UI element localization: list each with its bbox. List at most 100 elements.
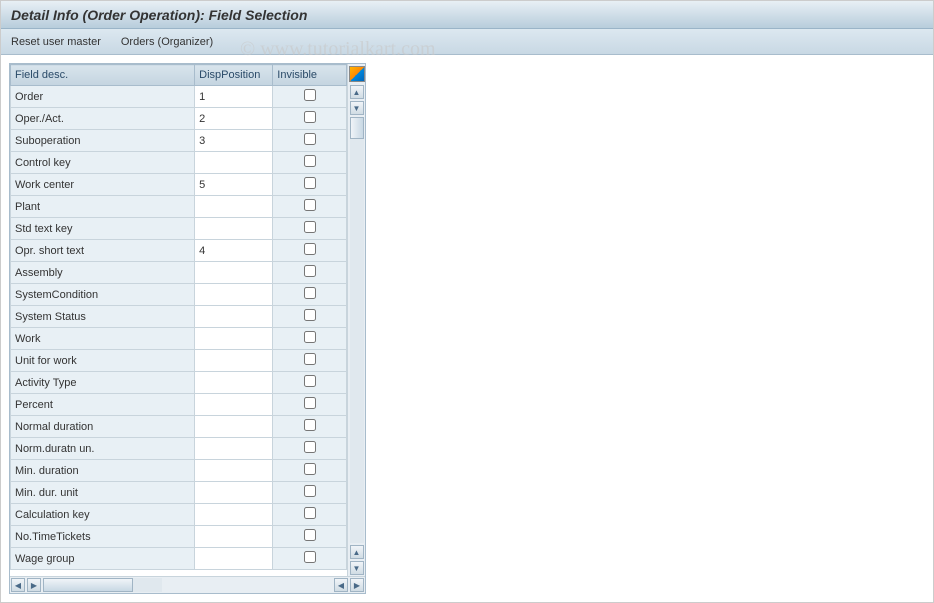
invisible-checkbox[interactable] <box>304 441 316 453</box>
field-desc-cell[interactable]: Min. duration <box>11 460 195 482</box>
field-desc-cell[interactable]: Work center <box>11 174 195 196</box>
table-row: System Status <box>11 306 347 328</box>
toolbar: Reset user master Orders (Organizer) <box>1 29 933 55</box>
field-desc-cell[interactable]: Norm.duratn un. <box>11 438 195 460</box>
invisible-checkbox[interactable] <box>304 551 316 563</box>
field-selection-table-container: Field desc. DispPosition Invisible Order… <box>9 63 366 594</box>
disp-position-cell[interactable] <box>195 218 273 240</box>
disp-position-cell[interactable] <box>195 196 273 218</box>
field-desc-cell[interactable]: Suboperation <box>11 130 195 152</box>
invisible-checkbox[interactable] <box>304 485 316 497</box>
table-row: Min. duration <box>11 460 347 482</box>
column-header-disp-position[interactable]: DispPosition <box>195 65 273 86</box>
field-desc-cell[interactable]: No.TimeTickets <box>11 526 195 548</box>
hscroll-right-end-button[interactable]: ▶ <box>350 578 364 592</box>
field-desc-cell[interactable]: Assembly <box>11 262 195 284</box>
invisible-checkbox[interactable] <box>304 177 316 189</box>
disp-position-cell[interactable] <box>195 526 273 548</box>
invisible-checkbox[interactable] <box>304 133 316 145</box>
invisible-cell <box>273 284 347 306</box>
invisible-checkbox[interactable] <box>304 529 316 541</box>
disp-position-cell[interactable] <box>195 328 273 350</box>
field-desc-cell[interactable]: Calculation key <box>11 504 195 526</box>
invisible-checkbox[interactable] <box>304 309 316 321</box>
vertical-scroll-thumb[interactable] <box>350 117 364 139</box>
field-desc-cell[interactable]: Unit for work <box>11 350 195 372</box>
invisible-checkbox[interactable] <box>304 265 316 277</box>
disp-position-cell[interactable] <box>195 438 273 460</box>
vertical-scroll-track[interactable] <box>350 117 364 543</box>
disp-position-cell[interactable] <box>195 372 273 394</box>
column-header-field-desc[interactable]: Field desc. <box>11 65 195 86</box>
invisible-checkbox[interactable] <box>304 463 316 475</box>
disp-position-cell[interactable] <box>195 350 273 372</box>
disp-position-cell[interactable] <box>195 482 273 504</box>
horizontal-scroll-thumb[interactable] <box>43 578 133 592</box>
invisible-checkbox[interactable] <box>304 419 316 431</box>
field-desc-cell[interactable]: Std text key <box>11 218 195 240</box>
scroll-down-button[interactable]: ▼ <box>350 101 364 115</box>
field-desc-cell[interactable]: Wage group <box>11 548 195 570</box>
disp-position-cell[interactable]: 4 <box>195 240 273 262</box>
disp-position-cell[interactable]: 1 <box>195 86 273 108</box>
invisible-cell <box>273 218 347 240</box>
hscroll-right-button[interactable]: ▶ <box>27 578 41 592</box>
invisible-cell <box>273 526 347 548</box>
disp-position-cell[interactable] <box>195 306 273 328</box>
field-desc-cell[interactable]: Oper./Act. <box>11 108 195 130</box>
disp-position-cell[interactable] <box>195 284 273 306</box>
invisible-cell <box>273 350 347 372</box>
field-desc-cell[interactable]: Plant <box>11 196 195 218</box>
field-desc-cell[interactable]: Min. dur. unit <box>11 482 195 504</box>
disp-position-cell[interactable] <box>195 416 273 438</box>
horizontal-scroll-track[interactable] <box>43 578 162 592</box>
invisible-cell <box>273 548 347 570</box>
invisible-checkbox[interactable] <box>304 331 316 343</box>
table-row: Wage group <box>11 548 347 570</box>
table-row: Oper./Act.2 <box>11 108 347 130</box>
disp-position-cell[interactable]: 2 <box>195 108 273 130</box>
field-desc-cell[interactable]: SystemCondition <box>11 284 195 306</box>
table-row: Norm.duratn un. <box>11 438 347 460</box>
field-desc-cell[interactable]: Control key <box>11 152 195 174</box>
disp-position-cell[interactable] <box>195 460 273 482</box>
invisible-checkbox[interactable] <box>304 397 316 409</box>
disp-position-cell[interactable]: 3 <box>195 130 273 152</box>
field-desc-cell[interactable]: Percent <box>11 394 195 416</box>
field-desc-cell[interactable]: System Status <box>11 306 195 328</box>
invisible-checkbox[interactable] <box>304 155 316 167</box>
reset-user-master-button[interactable]: Reset user master <box>11 36 101 48</box>
disp-position-cell[interactable] <box>195 152 273 174</box>
table-row: Percent <box>11 394 347 416</box>
field-desc-cell[interactable]: Work <box>11 328 195 350</box>
hscroll-left-end-button[interactable]: ◀ <box>334 578 348 592</box>
disp-position-cell[interactable]: 5 <box>195 174 273 196</box>
field-desc-cell[interactable]: Normal duration <box>11 416 195 438</box>
invisible-checkbox[interactable] <box>304 199 316 211</box>
invisible-checkbox[interactable] <box>304 353 316 365</box>
invisible-checkbox[interactable] <box>304 507 316 519</box>
disp-position-cell[interactable] <box>195 504 273 526</box>
invisible-checkbox[interactable] <box>304 111 316 123</box>
content-area: Field desc. DispPosition Invisible Order… <box>1 55 933 602</box>
field-desc-cell[interactable]: Activity Type <box>11 372 195 394</box>
disp-position-cell[interactable] <box>195 394 273 416</box>
invisible-checkbox[interactable] <box>304 89 316 101</box>
orders-organizer-button[interactable]: Orders (Organizer) <box>121 36 213 48</box>
table-config-icon[interactable] <box>349 66 365 82</box>
disp-position-cell[interactable] <box>195 262 273 284</box>
invisible-checkbox[interactable] <box>304 375 316 387</box>
disp-position-cell[interactable] <box>195 548 273 570</box>
column-header-invisible[interactable]: Invisible <box>273 65 347 86</box>
invisible-checkbox[interactable] <box>304 287 316 299</box>
scroll-up-button[interactable]: ▲ <box>350 85 364 99</box>
invisible-checkbox[interactable] <box>304 243 316 255</box>
field-desc-cell[interactable]: Opr. short text <box>11 240 195 262</box>
invisible-checkbox[interactable] <box>304 221 316 233</box>
scroll-down-bottom-button[interactable]: ▼ <box>350 561 364 575</box>
table-row: Control key <box>11 152 347 174</box>
field-desc-cell[interactable]: Order <box>11 86 195 108</box>
scroll-up-bottom-button[interactable]: ▲ <box>350 545 364 559</box>
hscroll-left-button[interactable]: ◀ <box>11 578 25 592</box>
invisible-cell <box>273 394 347 416</box>
